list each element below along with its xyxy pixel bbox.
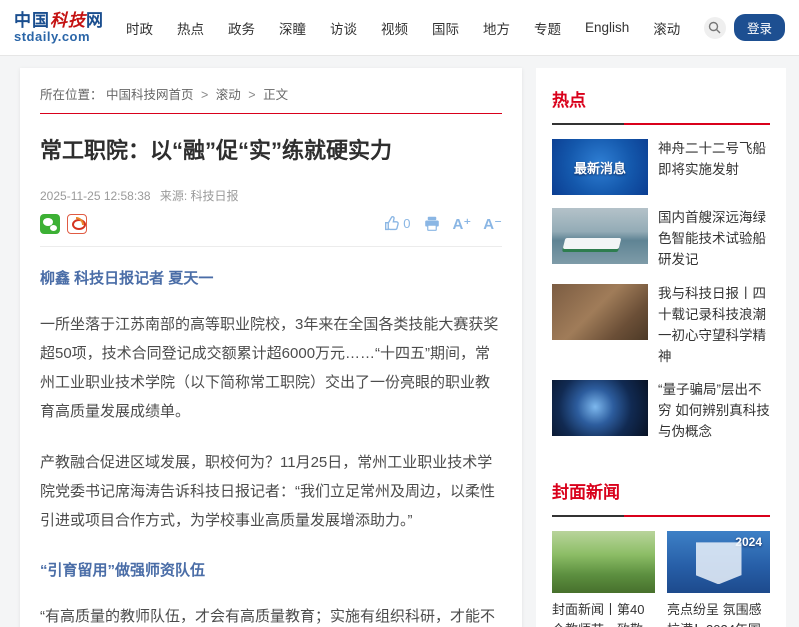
like-count: 0 — [403, 216, 410, 231]
cover-news-card[interactable]: 封面新闻丨第40个教师节，致敬这些良师益友 — [552, 531, 655, 627]
article-paragraph: 产教融合促进区域发展，职校何为？11月25日，常州工业职业技术学院党委书记席海涛… — [40, 448, 502, 535]
cover-section-divider — [552, 515, 770, 517]
logo-chinese-text: 中国科技网 — [14, 12, 104, 30]
cover-news-card[interactable]: 2024 亮点纷呈 氛围感拉满！2024年国家网络安全宣传 — [667, 531, 770, 627]
login-button[interactable]: 登录 — [734, 14, 785, 41]
breadcrumb-current: 正文 — [263, 88, 288, 102]
hot-item-title: 我与科技日报丨四十载记录科技浪潮 一初心守望科学精神 — [658, 284, 770, 368]
nav-item-hot[interactable]: 热点 — [177, 18, 204, 38]
latest-news-thumbnail: 最新消息 — [552, 139, 648, 195]
weibo-share-icon[interactable] — [67, 214, 87, 234]
cover-caption: 亮点纷呈 氛围感拉满！2024年国家网络安全宣传 — [667, 600, 770, 627]
nav-item-deepview[interactable]: 深瞳 — [279, 18, 306, 38]
nav-item-politics[interactable]: 时政 — [126, 18, 153, 38]
breadcrumb-prefix: 所在位置： — [40, 88, 103, 102]
hot-item-title: 国内首艘深远海绿色智能技术试验船研发记 — [658, 208, 770, 271]
hot-news-item[interactable]: 最新消息 神舟二十二号飞船即将实施发射 — [552, 139, 770, 195]
breadcrumb-section-link[interactable]: 滚动 — [216, 88, 241, 102]
share-icons — [40, 214, 87, 234]
wechat-share-icon[interactable] — [40, 214, 60, 234]
nav-item-local[interactable]: 地方 — [483, 18, 510, 38]
hot-item-title: 神舟二十二号飞船即将实施发射 — [658, 139, 770, 195]
hot-section-title: 热点 — [552, 76, 770, 123]
article-section-heading: “引育留用”做强师资队伍 — [40, 559, 502, 580]
article-title: 常工职院：以“融”促“实”练就硬实力 — [40, 136, 502, 167]
header-actions: 登录 — [704, 14, 785, 41]
ship-photo-thumbnail — [552, 208, 648, 264]
article-source: 来源: 科技日报 — [160, 189, 239, 203]
article-paragraph: “有高质量的教师队伍，才会有高质量教育；实施有组织科研，才能不断提升学校创新服务… — [40, 602, 502, 627]
breadcrumb-separator: > — [248, 88, 255, 102]
main-nav: 时政 热点 政务 深瞳 访谈 视频 国际 地方 专题 English 滚动 — [126, 18, 704, 38]
breadcrumb-home-link[interactable]: 中国科技网首页 — [106, 88, 194, 102]
reading-tools: 0 A⁺ A⁻ — [384, 215, 502, 233]
nav-item-scroll[interactable]: 滚动 — [653, 18, 680, 38]
cybersecurity-photo: 2024 — [667, 531, 770, 593]
article-author: 柳鑫 科技日报记者 夏天一 — [40, 267, 502, 288]
hot-section-divider — [552, 123, 770, 125]
sidebar: 热点 最新消息 神舟二十二号飞船即将实施发射 国内首艘深远海绿色智能技术试验船研… — [536, 68, 786, 627]
logo-sci-tech-red: 科技 — [50, 11, 86, 31]
font-decrease-button[interactable]: A⁻ — [483, 215, 502, 233]
hot-news-item[interactable]: 国内首艘深远海绿色智能技术试验船研发记 — [552, 208, 770, 271]
scholar-photo-thumbnail — [552, 284, 648, 340]
site-header: 中国科技网 stdaily.com 时政 热点 政务 深瞳 访谈 视频 国际 地… — [0, 0, 799, 56]
cover-section-title: 封面新闻 — [552, 456, 770, 515]
thumbnail-overlay-text: 最新消息 — [552, 139, 648, 195]
article-datetime: 2025-11-25 12:58:38 — [40, 189, 151, 203]
thumbnail-overlay-text: 2024 — [735, 535, 762, 549]
breadcrumb-separator: > — [201, 88, 208, 102]
nav-item-special[interactable]: 专题 — [534, 18, 561, 38]
like-button[interactable]: 0 — [384, 215, 410, 232]
article-paragraph: 一所坐落于江苏南部的高等职业院校，3年来在全国各类技能大赛获奖超50项，技术合同… — [40, 310, 502, 426]
quantum-photo-thumbnail — [552, 380, 648, 436]
search-icon[interactable] — [704, 17, 726, 39]
font-increase-button[interactable]: A⁺ — [453, 215, 472, 233]
logo-domain-text: stdaily.com — [14, 30, 104, 43]
print-button[interactable] — [423, 215, 441, 232]
hot-item-title: “量子骗局”层出不穷 如何辨别真科技与伪概念 — [658, 380, 770, 443]
nav-item-international[interactable]: 国际 — [432, 18, 459, 38]
nav-item-interview[interactable]: 访谈 — [330, 18, 357, 38]
cover-caption: 封面新闻丨第40个教师节，致敬这些良师益友 — [552, 600, 655, 627]
cover-news-grid: 封面新闻丨第40个教师节，致敬这些良师益友 2024 亮点纷呈 氛围感拉满！20… — [552, 531, 770, 627]
nav-item-english[interactable]: English — [585, 20, 629, 35]
article-meta: 2025-11-25 12:58:38 来源: 科技日报 — [40, 187, 502, 204]
hot-news-item[interactable]: 我与科技日报丨四十载记录科技浪潮 一初心守望科学精神 — [552, 284, 770, 368]
hot-news-item[interactable]: “量子骗局”层出不穷 如何辨别真科技与伪概念 — [552, 380, 770, 443]
nav-item-video[interactable]: 视频 — [381, 18, 408, 38]
article-toolbar: 0 A⁺ A⁻ — [40, 214, 502, 247]
breadcrumb: 所在位置： 中国科技网首页 > 滚动 > 正文 — [40, 84, 502, 114]
article-card: 所在位置： 中国科技网首页 > 滚动 > 正文 常工职院：以“融”促“实”练就硬… — [20, 68, 522, 627]
page-content: 所在位置： 中国科技网首页 > 滚动 > 正文 常工职院：以“融”促“实”练就硬… — [0, 56, 799, 627]
nav-item-gov[interactable]: 政务 — [228, 18, 255, 38]
site-logo[interactable]: 中国科技网 stdaily.com — [14, 12, 104, 43]
rice-field-photo — [552, 531, 655, 593]
